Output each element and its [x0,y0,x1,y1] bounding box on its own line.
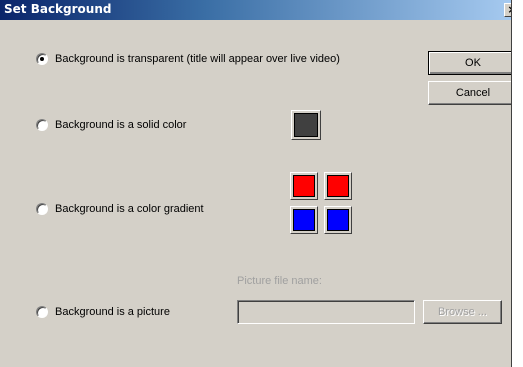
gradient-swatch-top-left[interactable] [290,172,318,200]
browse-button[interactable]: Browse ... [423,300,502,324]
solid-color-swatch[interactable] [291,110,321,140]
close-icon: × [507,3,511,16]
option-color-gradient[interactable]: Background is a color gradient [36,202,204,216]
gradient-fill-top-right [327,175,349,197]
option-picture[interactable]: Background is a picture [36,305,170,319]
ok-button[interactable]: OK [428,51,511,75]
gradient-fill-bottom-right [327,209,349,231]
dialog-title: Set Background [4,2,112,16]
picture-file-name-field[interactable] [237,300,415,324]
cancel-button[interactable]: Cancel [428,81,511,105]
gradient-fill-top-left [293,175,315,197]
gradient-fill-bottom-left [293,209,315,231]
solid-color-fill [294,113,318,137]
close-button[interactable]: × [504,3,511,17]
radio-transparent[interactable] [36,53,48,65]
radio-picture[interactable] [36,306,48,318]
gradient-swatch-bottom-right[interactable] [324,206,352,234]
gradient-swatch-top-right[interactable] [324,172,352,200]
option-solid-color-label: Background is a solid color [55,119,187,131]
radio-solid-color[interactable] [36,119,48,131]
title-bar[interactable]: Set Background × [0,0,511,20]
option-transparent-label: Background is transparent (title will ap… [55,53,340,65]
option-color-gradient-label: Background is a color gradient [55,203,204,215]
option-picture-label: Background is a picture [55,306,170,318]
option-transparent[interactable]: Background is transparent (title will ap… [36,52,340,66]
set-background-dialog: Set Background × Background is transpare… [0,0,512,367]
radio-color-gradient[interactable] [36,203,48,215]
option-solid-color[interactable]: Background is a solid color [36,118,186,132]
gradient-swatch-bottom-left[interactable] [290,206,318,234]
picture-file-name-label: Picture file name: [237,275,322,287]
